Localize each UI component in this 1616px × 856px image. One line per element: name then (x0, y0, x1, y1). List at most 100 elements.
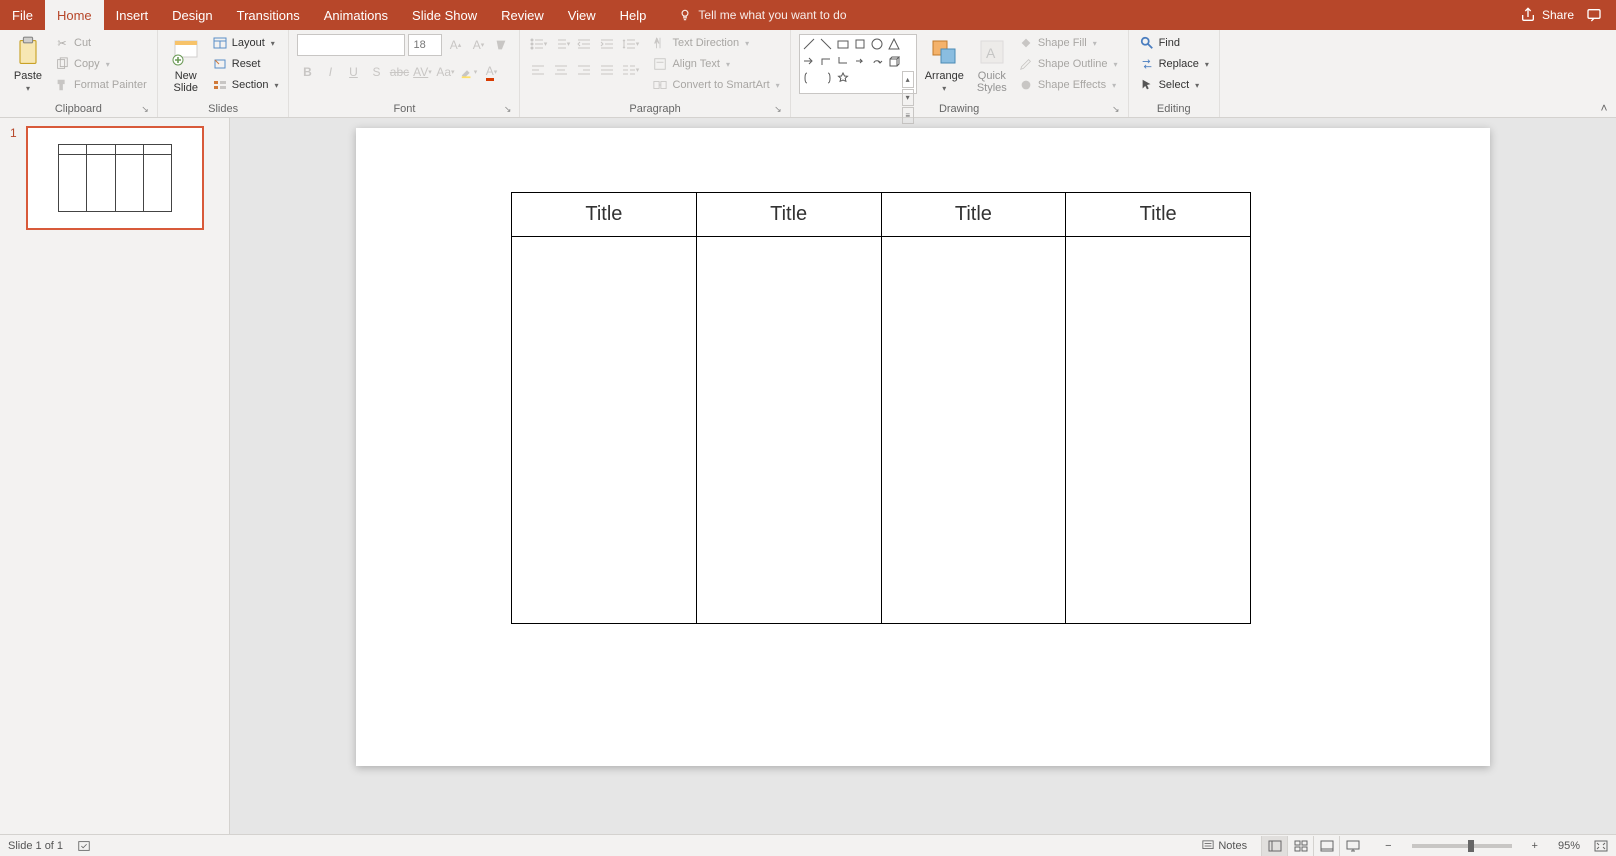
font-size-combo[interactable]: 18 (408, 34, 442, 56)
table-cell[interactable] (697, 237, 881, 623)
inc-indent-button[interactable] (597, 34, 617, 54)
find-button[interactable]: Find (1137, 34, 1211, 52)
align-left-button[interactable] (528, 60, 548, 80)
underline-button[interactable]: U (343, 62, 363, 82)
collapse-ribbon-button[interactable]: ˄ (1592, 30, 1616, 117)
replace-button[interactable]: Replace▾ (1137, 55, 1211, 73)
quick-styles-button[interactable]: A Quick Styles (972, 34, 1012, 96)
select-button[interactable]: Select▾ (1137, 76, 1211, 94)
slide-canvas-area[interactable]: Title Title Title Title (230, 118, 1616, 834)
tab-animations[interactable]: Animations (312, 0, 400, 30)
table-header-4[interactable]: Title (1066, 193, 1250, 237)
font-launcher-icon[interactable]: ↘ (504, 104, 512, 115)
cut-button[interactable]: ✂ Cut (52, 34, 149, 52)
drawing-launcher-icon[interactable]: ↘ (1112, 104, 1120, 115)
tab-insert[interactable]: Insert (104, 0, 161, 30)
font-color-button[interactable]: A▾ (481, 62, 501, 82)
reset-button[interactable]: Reset (210, 55, 281, 73)
tab-file[interactable]: File (0, 0, 45, 30)
tab-review[interactable]: Review (489, 0, 556, 30)
shape-fill-button[interactable]: Shape Fill▾ (1016, 34, 1120, 52)
numbering-button[interactable]: ▾ (551, 34, 571, 54)
zoom-percent[interactable]: 95% (1558, 840, 1580, 852)
table-header-3[interactable]: Title (882, 193, 1066, 237)
paste-button[interactable]: Paste ▾ (8, 34, 48, 95)
line-spacing-button[interactable]: ▾ (620, 34, 640, 54)
section-button[interactable]: Section▾ (210, 76, 281, 94)
table-header-1[interactable]: Title (512, 193, 696, 237)
new-slide-button[interactable]: New Slide (166, 34, 206, 96)
shapes-up-icon[interactable]: ▴ (902, 71, 914, 88)
format-painter-button[interactable]: Format Painter (52, 76, 149, 94)
group-clipboard: Paste ▾ ✂ Cut Copy▾ For (0, 30, 158, 117)
table-cell[interactable] (512, 237, 696, 623)
tab-help[interactable]: Help (608, 0, 659, 30)
tab-slideshow[interactable]: Slide Show (400, 0, 489, 30)
arrange-button[interactable]: Arrange ▾ (921, 34, 968, 95)
table-cell[interactable] (882, 237, 1066, 623)
chevron-down-icon: ▾ (942, 84, 946, 93)
zoom-in-button[interactable]: + (1526, 840, 1544, 852)
spacing-button[interactable]: AV▾ (412, 62, 432, 82)
notes-button[interactable]: Notes (1202, 840, 1247, 852)
spellcheck-icon[interactable] (77, 839, 91, 853)
strike-button[interactable]: abc (389, 62, 409, 82)
shape-effects-button[interactable]: Shape Effects▾ (1016, 76, 1120, 94)
share-label: Share (1542, 8, 1574, 22)
shrink-font-button[interactable]: A▾ (468, 35, 488, 55)
bold-button[interactable]: B (297, 62, 317, 82)
zoom-out-button[interactable]: − (1379, 840, 1397, 852)
bucket-icon (1018, 35, 1034, 51)
tab-design[interactable]: Design (160, 0, 224, 30)
justify-button[interactable] (597, 60, 617, 80)
shape-outline-button[interactable]: Shape Outline▾ (1016, 55, 1120, 73)
convert-smartart-button[interactable]: Convert to SmartArt▾ (650, 76, 781, 94)
italic-button[interactable]: I (320, 62, 340, 82)
paste-icon (12, 36, 44, 68)
slide-thumbnail-1[interactable] (26, 126, 204, 230)
paragraph-launcher-icon[interactable]: ↘ (774, 104, 782, 115)
shapes-gallery[interactable]: ▴ ▾ ≡ (799, 34, 917, 94)
tab-view[interactable]: View (556, 0, 608, 30)
align-text-button[interactable]: Align Text▾ (650, 55, 781, 73)
align-right-button[interactable] (574, 60, 594, 80)
align-center-button[interactable] (551, 60, 571, 80)
scissors-icon: ✂ (54, 35, 70, 51)
comments-icon[interactable] (1586, 7, 1602, 23)
change-case-button[interactable]: Aa▾ (435, 62, 455, 82)
bullets-button[interactable]: ▾ (528, 34, 548, 54)
view-reading-button[interactable] (1313, 836, 1339, 856)
layout-button[interactable]: Layout▾ (210, 34, 281, 52)
thumb-number: 1 (10, 126, 20, 230)
slide-table[interactable]: Title Title Title Title (511, 192, 1251, 624)
group-slides: New Slide Layout▾ Reset (158, 30, 290, 117)
tell-me-search[interactable]: Tell me what you want to do (678, 0, 846, 30)
highlight-button[interactable]: ▾ (458, 62, 478, 82)
fit-to-window-button[interactable] (1594, 840, 1608, 852)
view-sorter-button[interactable] (1287, 836, 1313, 856)
columns-button[interactable]: ▾ (620, 60, 640, 80)
dec-indent-button[interactable] (574, 34, 594, 54)
svg-text:A: A (986, 45, 996, 61)
ribbon-tabbar: File Home Insert Design Transitions Anim… (0, 0, 1616, 30)
tab-transitions[interactable]: Transitions (225, 0, 312, 30)
group-font: 18 A▴ A▾ B I U S abc AV▾ Aa▾ ▾ A▾ (289, 30, 520, 117)
copy-button[interactable]: Copy▾ (52, 55, 149, 73)
view-slideshow-button[interactable] (1339, 836, 1365, 856)
table-cell[interactable] (1066, 237, 1250, 623)
slide[interactable]: Title Title Title Title (356, 128, 1490, 766)
clear-format-button[interactable] (491, 35, 511, 55)
clipboard-launcher-icon[interactable]: ↘ (141, 104, 149, 115)
text-direction-button[interactable]: A Text Direction▾ (650, 34, 781, 52)
shape-elbow-icon (819, 54, 833, 68)
table-header-2[interactable]: Title (697, 193, 881, 237)
effects-icon (1018, 77, 1034, 93)
tab-home[interactable]: Home (45, 0, 104, 30)
shadow-button[interactable]: S (366, 62, 386, 82)
share-button[interactable]: Share (1520, 7, 1574, 23)
grow-font-button[interactable]: A▴ (445, 35, 465, 55)
view-normal-button[interactable] (1261, 836, 1287, 856)
font-family-combo[interactable] (297, 34, 405, 56)
slide-counter[interactable]: Slide 1 of 1 (8, 840, 63, 852)
zoom-slider[interactable] (1412, 844, 1512, 848)
